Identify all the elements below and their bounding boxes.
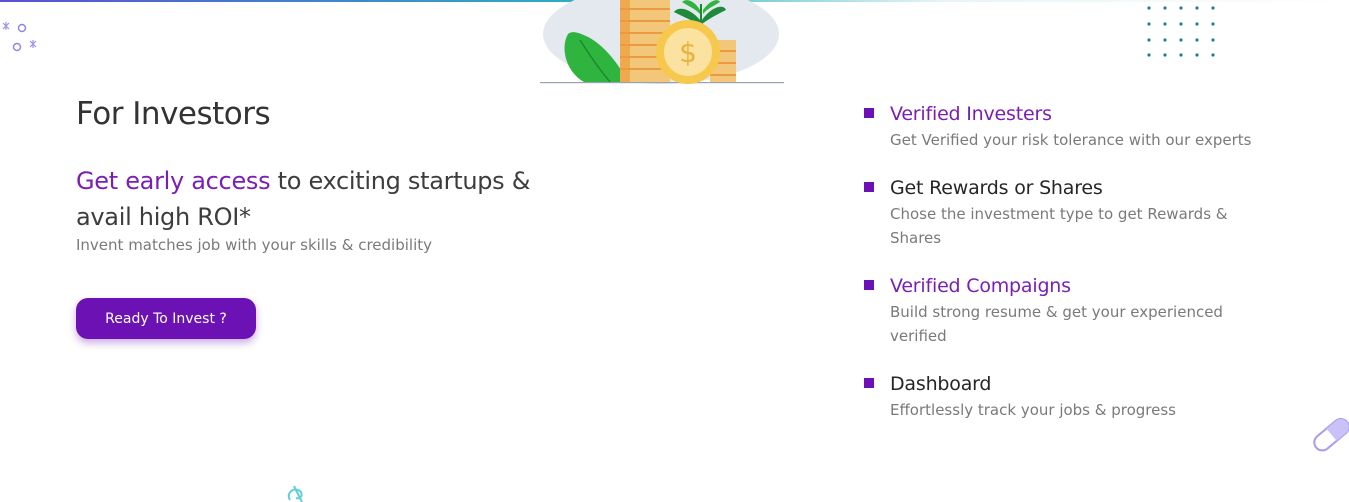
feature-title: Verified Investers: [890, 103, 1052, 125]
bullet-square-icon: [864, 182, 874, 192]
investors-subline: Invent matches job with your skills & cr…: [76, 236, 433, 254]
feature-description: Get Verified your risk tolerance with ou…: [890, 131, 1252, 149]
feature-description: Chose the investment type to get Rewards…: [890, 205, 1228, 247]
sparkle-circles-icon: [2, 22, 37, 52]
feature-description: Build strong resume & get your experienc…: [890, 303, 1223, 345]
page-title: For Investors: [76, 96, 271, 132]
bullet-square-icon: [864, 108, 874, 118]
dot-grid-icon: [1147, 6, 1215, 57]
feature-title: Dashboard: [890, 373, 992, 395]
svg-text:$: $: [679, 36, 697, 69]
feature-title: Verified Compaigns: [890, 275, 1071, 297]
ready-to-invest-button[interactable]: Ready To Invest ?: [76, 298, 256, 339]
coins-and-plant-illustration: $: [540, 0, 784, 84]
feature-title: Get Rewards or Shares: [890, 177, 1103, 199]
headline-accent: Get early access: [76, 167, 271, 195]
bullet-square-icon: [864, 280, 874, 290]
spiral-icon: [287, 485, 303, 502]
bullet-square-icon: [864, 378, 874, 388]
capsule-icon: [1313, 418, 1349, 452]
feature-description: Effortlessly track your jobs & progress: [890, 401, 1176, 419]
investors-headline: Get early access to exciting startups & …: [76, 163, 546, 235]
